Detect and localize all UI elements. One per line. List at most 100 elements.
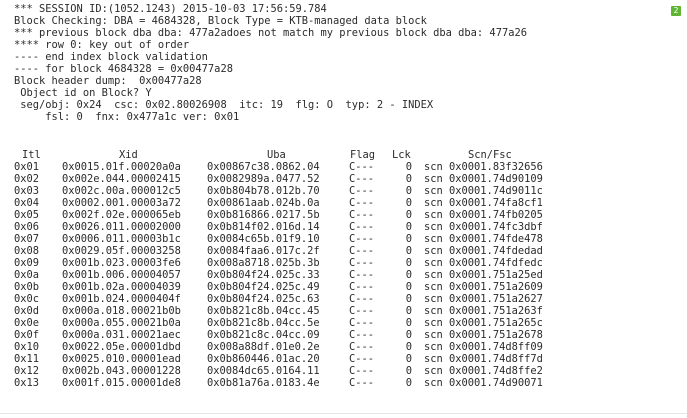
trace-line: fsl: 0 fnx: 0x477a1c ver: 0x01 <box>14 111 240 123</box>
col-scn-fsc: Scn/Fsc <box>468 149 512 161</box>
table-row: 0x09 0x001b.023.00003fe6 0x008a8718.025b.3… <box>0 257 670 269</box>
cell-xid: 0x002f.02e.000065eb <box>62 209 181 221</box>
cell-uba: 0x0084dc65.0164.11 <box>207 365 320 377</box>
cell-scn: scn 0x0001.751a2627 <box>424 293 543 305</box>
cell-xid: 0x001b.023.00003fe6 <box>62 257 181 269</box>
cell-flag: C--- <box>349 185 375 197</box>
cell-lck: 0 <box>405 305 412 317</box>
table-row: 0x11 0x0025.010.00001ead 0x0b860446.01ac.2… <box>0 353 670 365</box>
cell-xid: 0x000a.018.00021b0b <box>62 305 181 317</box>
cell-uba: 0x0b821c8b.04cc.5e <box>207 317 320 329</box>
trace-file-viewer: 2 *** SESSION ID:(1052.1243) 2015-10-03 … <box>0 0 687 418</box>
cell-itl: 0x01 <box>14 161 40 173</box>
cell-xid: 0x001b.024.0000404f <box>62 293 181 305</box>
cell-lck: 0 <box>405 185 412 197</box>
cell-lck: 0 <box>405 245 412 257</box>
trace-line: ---- end index block validation <box>14 51 208 63</box>
cell-uba: 0x0b804b78.012b.70 <box>207 185 320 197</box>
cell-scn: scn 0x0001.751a2678 <box>424 329 543 341</box>
cell-flag: C--- <box>349 365 375 377</box>
itl-table-header: Itl Xid Uba Flag Lck Scn/Fsc <box>0 149 670 161</box>
cell-flag: C--- <box>349 209 375 221</box>
table-row: 0x04 0x0002.001.00003a72 0x00861aab.024b.0… <box>0 197 670 209</box>
cell-scn: scn 0x0001.74fc3dbf <box>424 221 543 233</box>
cell-lck: 0 <box>405 209 412 221</box>
cell-scn: scn 0x0001.74fb0205 <box>424 209 543 221</box>
trace-line: *** previous block dba dba: 477a2adoes n… <box>14 27 527 39</box>
cell-scn: scn 0x0001.74d9011c <box>424 185 543 197</box>
table-row: 0x0b 0x001b.02a.00004039 0x0b804f24.025c.4… <box>0 281 670 293</box>
cell-lck: 0 <box>405 317 412 329</box>
cell-xid: 0x0029.05f.00003258 <box>62 245 181 257</box>
cell-scn: scn 0x0001.74d8ff09 <box>424 341 543 353</box>
cell-uba: 0x008a88df.01e0.2e <box>207 341 320 353</box>
cell-flag: C--- <box>349 377 375 389</box>
cell-itl: 0x0f <box>14 329 40 341</box>
cell-xid: 0x0015.01f.00020a0a <box>62 161 181 173</box>
trace-line: Block Checking: DBA = 4684328, Block Typ… <box>14 15 427 27</box>
cell-itl: 0x0b <box>14 281 40 293</box>
trace-line: ---- for block 4684328 = 0x00477a28 <box>14 63 233 75</box>
cell-flag: C--- <box>349 293 375 305</box>
cell-lck: 0 <box>405 161 412 173</box>
cell-itl: 0x13 <box>14 377 40 389</box>
trace-line: seg/obj: 0x24 csc: 0x02.80026908 itc: 19… <box>14 99 434 111</box>
col-lck: Lck <box>392 149 411 161</box>
cell-xid: 0x002e.044.00002415 <box>62 173 181 185</box>
cell-scn: scn 0x0001.74fde478 <box>424 233 543 245</box>
table-row: 0x0a 0x001b.006.00004057 0x0b804f24.025c.3… <box>0 269 670 281</box>
cell-itl: 0x12 <box>14 365 40 377</box>
col-uba: Uba <box>267 149 286 161</box>
trace-line: Block header dump: 0x00477a28 <box>14 75 202 87</box>
cell-flag: C--- <box>349 233 375 245</box>
cell-itl: 0x10 <box>14 341 40 353</box>
table-row: 0x13 0x001f.015.00001de8 0x0b81a76a.0183.4… <box>0 377 670 389</box>
cell-uba: 0x00861aab.024b.0a <box>207 197 320 209</box>
cell-scn: scn 0x0001.74d8ffe2 <box>424 365 543 377</box>
table-row: 0x02 0x002e.044.00002415 0x0082989a.0477.5… <box>0 173 670 185</box>
line-count-badge: 2 <box>671 6 681 16</box>
cell-flag: C--- <box>349 221 375 233</box>
table-row: 0x0d 0x000a.018.00021b0b 0x0b821c8b.04cc.4… <box>0 305 670 317</box>
cell-uba: 0x0b81a76a.0183.4e <box>207 377 320 389</box>
trace-line: **** row 0: key out of order <box>14 39 190 51</box>
cell-scn: scn 0x0001.74d90109 <box>424 173 543 185</box>
col-xid: Xid <box>119 149 138 161</box>
table-row: 0x12 0x002b.043.00001228 0x0084dc65.0164.1… <box>0 365 670 377</box>
cell-itl: 0x0a <box>14 269 40 281</box>
cell-uba: 0x0b804f24.025c.33 <box>207 269 320 281</box>
table-row: 0x0e 0x000a.055.00021b0a 0x0b821c8b.04cc.5… <box>0 317 670 329</box>
cell-xid: 0x001b.02a.00004039 <box>62 281 181 293</box>
cell-lck: 0 <box>405 269 412 281</box>
cell-scn: scn 0x0001.74fa8cf1 <box>424 197 543 209</box>
cell-uba: 0x0b814f02.016d.14 <box>207 221 320 233</box>
cell-xid: 0x0025.010.00001ead <box>62 353 181 365</box>
cell-itl: 0x09 <box>14 257 40 269</box>
cell-flag: C--- <box>349 161 375 173</box>
cell-lck: 0 <box>405 197 412 209</box>
trace-line: *** SESSION ID:(1052.1243) 2015-10-03 17… <box>14 3 327 15</box>
cell-lck: 0 <box>405 377 412 389</box>
cell-uba: 0x0b804f24.025c.63 <box>207 293 320 305</box>
cell-flag: C--- <box>349 197 375 209</box>
cell-flag: C--- <box>349 269 375 281</box>
cell-itl: 0x05 <box>14 209 40 221</box>
cell-flag: C--- <box>349 281 375 293</box>
cell-scn: scn 0x0001.751a2609 <box>424 281 543 293</box>
cell-xid: 0x001f.015.00001de8 <box>62 377 181 389</box>
table-row: 0x10 0x0022.05e.00001dbd 0x008a88df.01e0.2… <box>0 341 670 353</box>
cell-xid: 0x000a.031.00021aec <box>62 329 181 341</box>
cell-xid: 0x002b.043.00001228 <box>62 365 181 377</box>
table-row: 0x0c 0x001b.024.0000404f 0x0b804f24.025c.6… <box>0 293 670 305</box>
cell-xid: 0x0022.05e.00001dbd <box>62 341 181 353</box>
cell-flag: C--- <box>349 353 375 365</box>
col-itl: Itl <box>22 149 41 161</box>
cell-uba: 0x0b821c8c.04cc.09 <box>207 329 320 341</box>
cell-itl: 0x02 <box>14 173 40 185</box>
cell-scn: scn 0x0001.751a265c <box>424 317 543 329</box>
cell-lck: 0 <box>405 233 412 245</box>
cell-itl: 0x0e <box>14 317 40 329</box>
cell-lck: 0 <box>405 281 412 293</box>
cell-itl: 0x11 <box>14 353 40 365</box>
cell-xid: 0x002c.00a.000012c5 <box>62 185 181 197</box>
